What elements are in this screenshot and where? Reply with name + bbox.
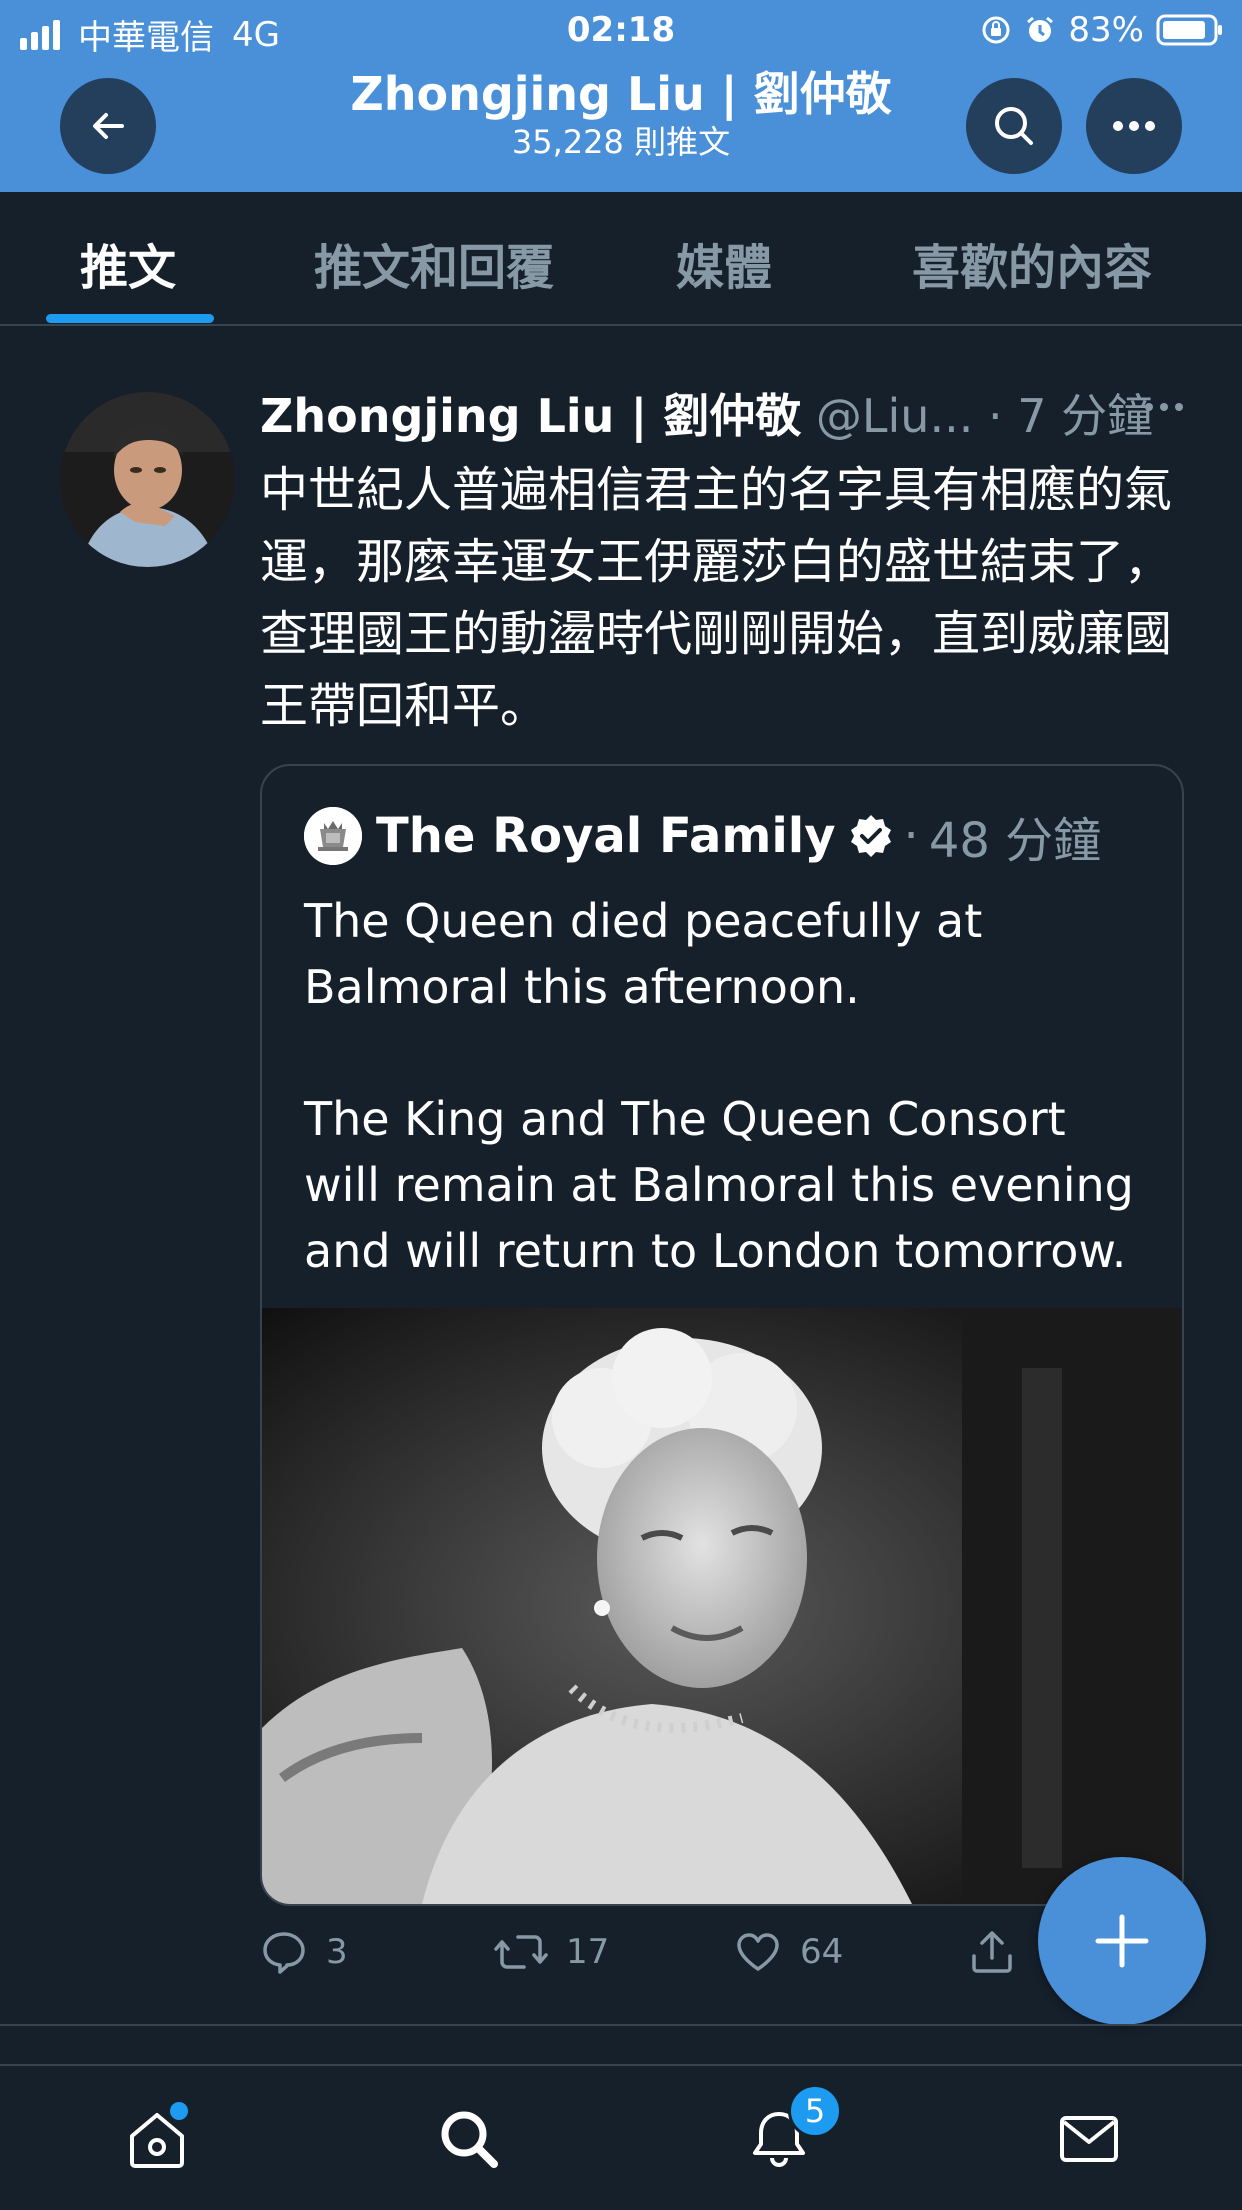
tweet-header: Zhongjing Liu | 劉仲敬 @Liu... · 7 分鐘 bbox=[260, 388, 1190, 448]
share-icon bbox=[968, 1928, 1016, 1976]
tweet-author-handle[interactable]: @Liu... bbox=[816, 389, 973, 443]
tweet-count: 35,228 則推文 bbox=[511, 123, 731, 161]
avatar[interactable] bbox=[60, 392, 235, 567]
profile-header: 中華電信 4G 02:18 83% Zhongjing Liu | 劉仲敬 35… bbox=[0, 0, 1242, 192]
like-count: 64 bbox=[800, 1932, 844, 1972]
page-title: Zhongjing Liu | 劉仲敬 bbox=[350, 67, 892, 121]
search-icon bbox=[436, 2106, 502, 2172]
feed-divider bbox=[0, 2024, 1242, 2026]
like-button[interactable]: 64 bbox=[734, 1928, 843, 1976]
rotation-lock-icon bbox=[980, 14, 1012, 46]
home-unread-dot bbox=[170, 2102, 188, 2120]
quoted-tweet[interactable]: The Royal Family · 48 分鐘 The Queen died … bbox=[260, 764, 1184, 1906]
tab-tweets[interactable]: 推文 bbox=[80, 228, 176, 298]
tweet-author-name[interactable]: Zhongjing Liu | 劉仲敬 bbox=[260, 389, 801, 443]
search-button[interactable] bbox=[966, 78, 1062, 174]
tab-media[interactable]: 媒體 bbox=[676, 228, 772, 298]
notification-badge: 5 bbox=[788, 2084, 842, 2138]
battery-icon bbox=[1156, 13, 1224, 47]
reply-icon bbox=[260, 1928, 308, 1976]
quoted-author-name[interactable]: The Royal Family bbox=[376, 808, 836, 864]
retweet-count: 17 bbox=[566, 1932, 610, 1972]
share-button[interactable] bbox=[968, 1928, 1016, 1976]
nav-messages[interactable] bbox=[1056, 2106, 1122, 2172]
alarm-icon bbox=[1024, 14, 1056, 46]
arrow-left-icon bbox=[86, 104, 130, 148]
nav-home[interactable] bbox=[124, 2102, 190, 2172]
tab-tweets-and-replies[interactable]: 推文和回覆 bbox=[314, 228, 554, 298]
bottom-navigation: 5 bbox=[0, 2064, 1242, 2210]
quoted-tweet-header: The Royal Family · 48 分鐘 bbox=[304, 806, 1101, 869]
tweet-more-button[interactable] bbox=[1142, 400, 1186, 414]
tab-likes[interactable]: 喜歡的內容 bbox=[912, 228, 1152, 298]
profile-tabs: 推文 推文和回覆 媒體 喜歡的內容 bbox=[0, 192, 1242, 326]
nav-search[interactable] bbox=[436, 2106, 502, 2172]
reply-button[interactable]: 3 bbox=[260, 1928, 348, 1976]
back-button[interactable] bbox=[60, 78, 156, 174]
more-horizontal-icon bbox=[1142, 400, 1186, 414]
plus-icon bbox=[1094, 1913, 1150, 1969]
retweet-button[interactable]: 17 bbox=[494, 1928, 609, 1976]
search-icon bbox=[990, 102, 1038, 150]
separator-dot: · bbox=[903, 808, 919, 864]
messages-icon bbox=[1056, 2106, 1122, 2172]
verified-badge-icon bbox=[848, 813, 894, 859]
reply-count: 3 bbox=[326, 1932, 348, 1972]
tweet-text: 中世紀人普遍相信君主的名字具有相應的氣運，那麼幸運女王伊麗莎白的盛世結束了，查理… bbox=[260, 462, 1173, 734]
more-horizontal-icon bbox=[1110, 118, 1158, 134]
quoted-text-paragraph: The Queen died peacefully at Balmoral th… bbox=[304, 894, 983, 1014]
heart-icon bbox=[734, 1928, 782, 1976]
status-bar: 中華電信 4G 02:18 83% bbox=[0, 0, 1242, 62]
tweet-time[interactable]: 7 分鐘 bbox=[1017, 389, 1153, 443]
retweet-icon bbox=[494, 1928, 548, 1976]
active-tab-indicator bbox=[46, 314, 214, 323]
nav-notifications[interactable]: 5 bbox=[746, 2084, 842, 2172]
quoted-tweet-time[interactable]: 48 分鐘 bbox=[929, 801, 1101, 871]
tweet-photo[interactable] bbox=[262, 1308, 1182, 1904]
quoted-text-paragraph: The King and The Queen Consort will rema… bbox=[304, 1092, 1134, 1278]
more-button[interactable] bbox=[1086, 78, 1182, 174]
battery-percent: 83% bbox=[1068, 10, 1144, 50]
compose-tweet-button[interactable] bbox=[1038, 1857, 1206, 2025]
royal-crest-logo bbox=[304, 807, 362, 865]
tweet-actions: 3 17 64 bbox=[260, 1928, 1030, 1988]
separator-dot: · bbox=[987, 389, 1003, 443]
quoted-tweet-text: The Queen died peacefully at Balmoral th… bbox=[304, 888, 1144, 1284]
